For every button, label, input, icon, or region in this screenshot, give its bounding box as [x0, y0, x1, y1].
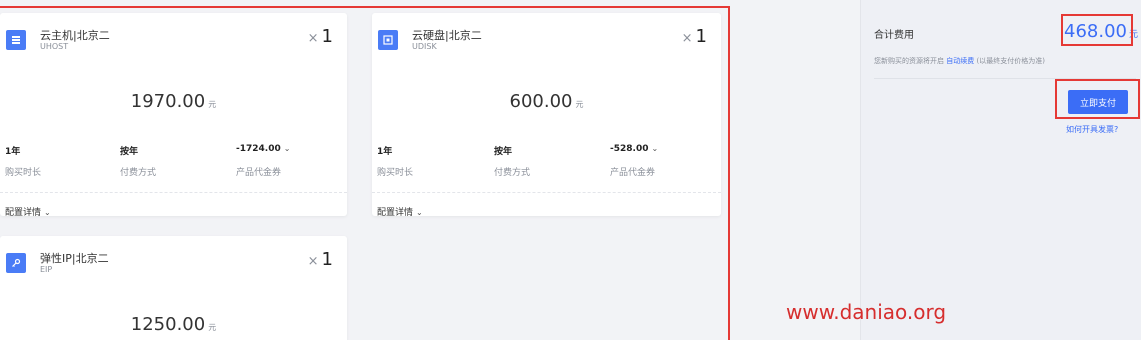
- auto-renew-note: 您新购买的资源将开启 自动续费 (以最终支付价格为准): [874, 57, 1045, 65]
- highlight-box-pay: [1055, 79, 1140, 119]
- order-summary-sidebar: [860, 0, 1141, 340]
- invoice-help-link[interactable]: 如何开具发票?: [1066, 124, 1118, 135]
- highlight-box-total: [1061, 14, 1133, 46]
- watermark-text: www.daniao.org: [786, 300, 947, 324]
- highlight-box-products: [0, 6, 730, 340]
- auto-renew-link[interactable]: 自动续费: [946, 57, 974, 65]
- order-main-area: 云主机|北京二 UHOST × 1 1970.00 元 1年 购买时长 按年 付费方…: [0, 0, 860, 340]
- total-label: 合计费用: [874, 30, 914, 41]
